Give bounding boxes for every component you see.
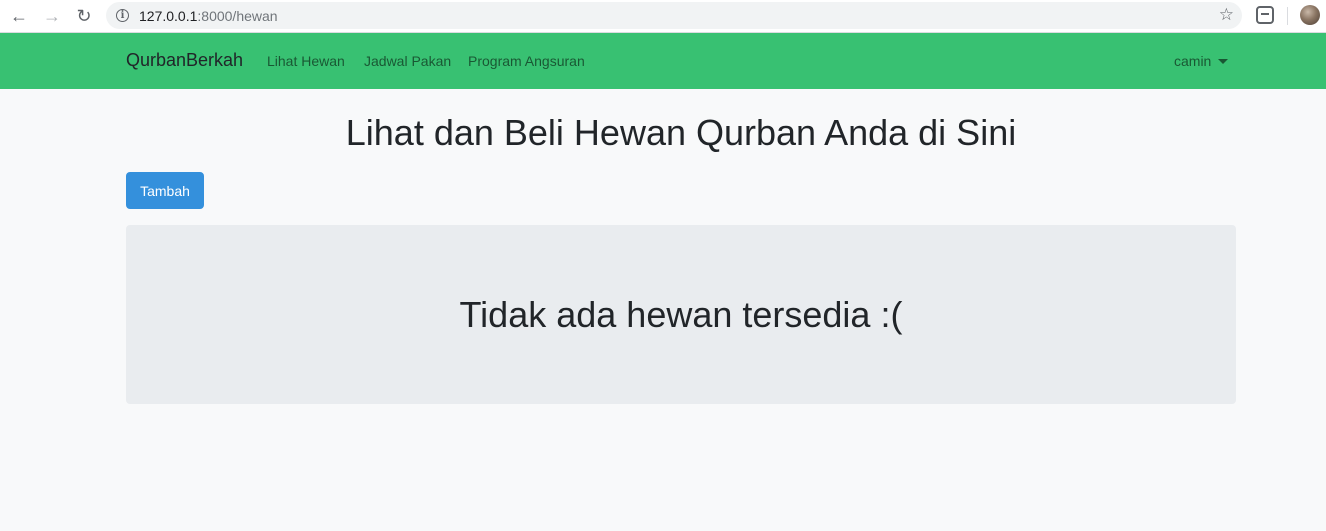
- navbar-brand[interactable]: QurbanBerkah: [126, 50, 243, 71]
- info-icon[interactable]: i: [116, 9, 129, 22]
- address-bar[interactable]: i 127.0.0.1:8000/hewan ☆: [106, 2, 1242, 29]
- nav-link-lihat-hewan[interactable]: Lihat Hewan: [267, 53, 345, 69]
- url-host: 127.0.0.1: [139, 7, 198, 24]
- user-name: camin: [1174, 53, 1212, 69]
- reload-icon[interactable]: ↻: [71, 4, 97, 28]
- empty-state-panel: Tidak ada hewan tersedia :(: [126, 225, 1236, 404]
- empty-state-message: Tidak ada hewan tersedia :(: [459, 293, 903, 335]
- toolbar-divider: [1287, 7, 1288, 25]
- profile-avatar[interactable]: [1300, 5, 1320, 25]
- url-path: :8000/hewan: [197, 7, 278, 24]
- nav-link-program-angsuran[interactable]: Program Angsuran: [468, 53, 585, 69]
- url-text: 127.0.0.1:8000/hewan: [139, 8, 278, 24]
- back-arrow-icon[interactable]: ←: [6, 4, 32, 28]
- caret-down-icon: [1218, 58, 1229, 64]
- add-button[interactable]: Tambah: [126, 172, 204, 209]
- browser-toolbar: ← → ↻ i 127.0.0.1:8000/hewan ☆: [0, 0, 1326, 33]
- page-title: Lihat dan Beli Hewan Qurban Anda di Sini: [345, 112, 1017, 153]
- site-navbar: QurbanBerkah Lihat Hewan Jadwal Pakan Pr…: [0, 33, 1326, 89]
- forward-arrow-icon[interactable]: →: [39, 4, 65, 28]
- user-dropdown[interactable]: camin: [1174, 53, 1229, 69]
- extension-icon[interactable]: [1256, 6, 1274, 24]
- bookmark-star-icon[interactable]: ☆: [1219, 5, 1234, 25]
- nav-link-jadwal-pakan[interactable]: Jadwal Pakan: [364, 53, 451, 69]
